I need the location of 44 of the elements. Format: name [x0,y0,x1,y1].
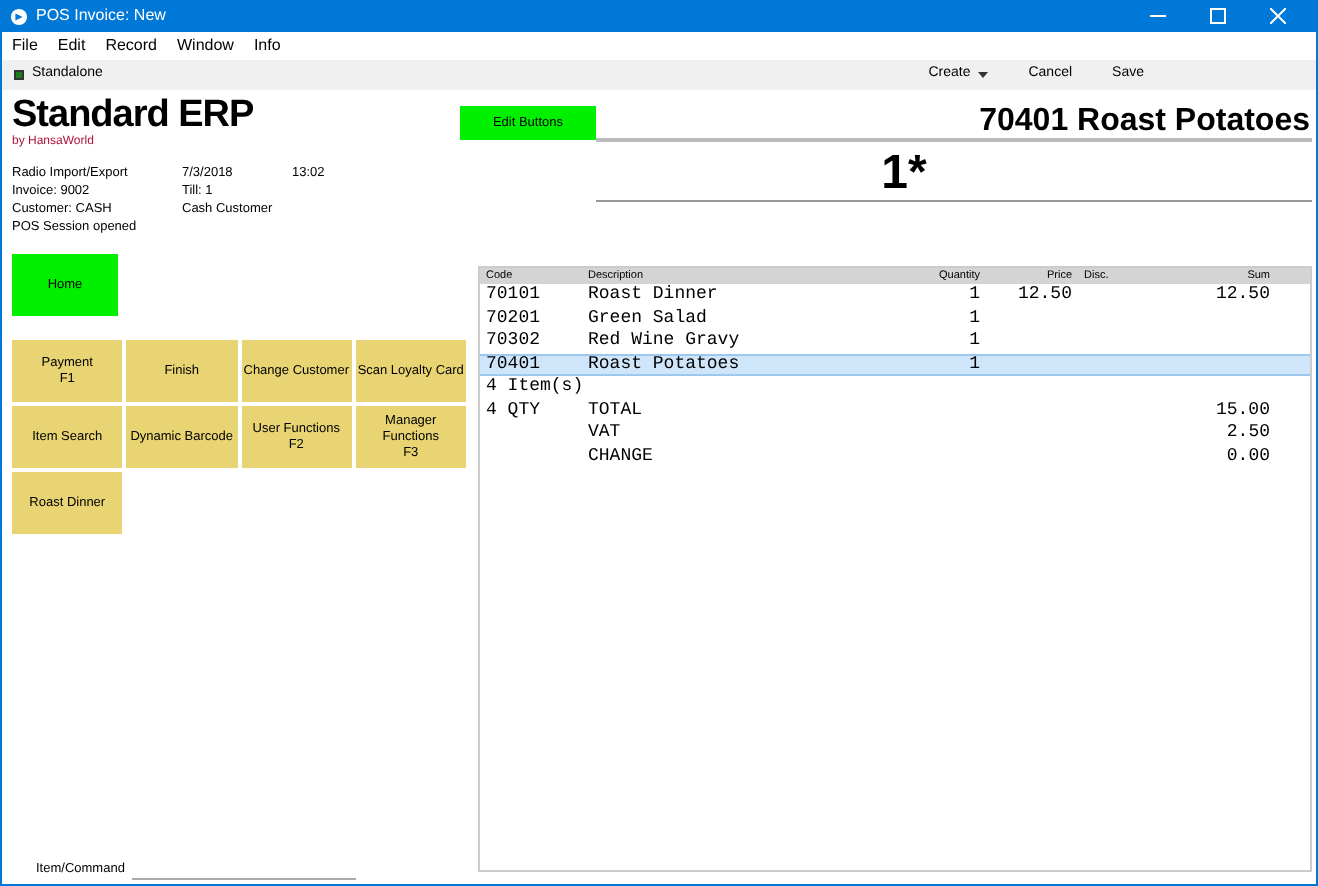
table-cell: 0.00 [1226,445,1270,466]
table-row[interactable]: 70401 Roast Potatoes 1 [480,353,1310,376]
menu-item[interactable]: File [12,34,38,58]
quantity-display: 1* [881,148,929,200]
table-cell: 1 [969,307,980,328]
app-icon [10,7,28,25]
menu-item[interactable]: Record [105,34,157,58]
menu-item[interactable]: Info [253,34,281,58]
table-cell: Roast Dinner [588,284,718,305]
table-cell: 12.50 [1215,284,1270,305]
maximize-icon [1210,8,1226,24]
logo-text: Standard ERP [12,96,254,136]
table-cell: Red Wine Gravy [588,330,740,351]
table-cell: 70401 [486,353,541,374]
table-row[interactable]: 70101 Roast Dinner 1 12.50 12.50 [480,284,1310,307]
table-cell: 15.00 [1215,399,1270,420]
table-cell: CHANGE [588,445,653,466]
table-cell: Green Salad [588,307,707,328]
table-cell: 4 QTY [486,399,541,420]
caret-icon [978,72,989,78]
table-cell: TOTAL [588,399,643,420]
table-cell: 1 [969,330,980,351]
table-cell: 70201 [486,307,541,328]
table-row[interactable]: 70302 Red Wine Gravy 1 [480,330,1310,353]
close-icon [1270,8,1286,24]
table-cell: 12.50 [1017,284,1072,305]
current-item-title: 70401 Roast Potatoes [979,104,1310,138]
table-cell: 70302 [486,330,541,351]
table-cell: 2.50 [1226,422,1270,443]
table-cell: VAT [588,422,621,443]
table-row[interactable]: CHANGE 0.00 [480,445,1310,468]
menu-item[interactable]: Window [176,34,234,58]
table-row[interactable]: 4 QTY TOTAL 15.00 [480,399,1310,422]
menu-item[interactable]: Edit [57,34,86,58]
table-row[interactable]: 4 Item(s) [480,376,1310,399]
table-cell-text: 4 Item(s) [484,376,584,399]
table-row[interactable]: 70201 Green Salad 1 [480,307,1310,330]
table-cell: Roast Potatoes [588,353,740,374]
table-cell: 1 [969,353,980,374]
table-row[interactable]: VAT 2.50 [480,422,1310,445]
table-cell: 1 [969,284,980,305]
window-title: POS Invoice: New [36,4,166,28]
table-cell: 70101 [486,284,541,305]
status-indicator-icon [14,70,24,80]
